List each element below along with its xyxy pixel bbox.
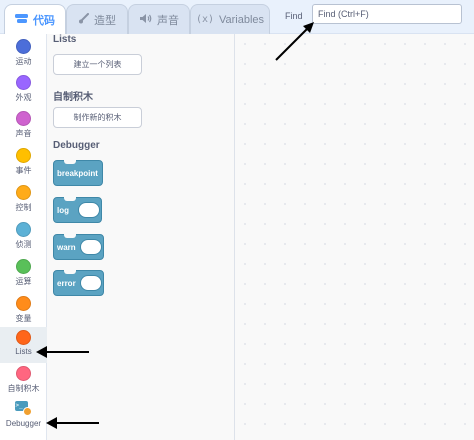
category-label: Lists [15, 347, 32, 356]
make-block-button[interactable]: 制作新的积木 [53, 107, 142, 128]
debugger-icon: >_ [14, 401, 33, 417]
category-label: 侦测 [15, 240, 32, 249]
category-events[interactable]: 事件 [0, 145, 47, 181]
category-looks-dot [16, 75, 31, 90]
category-motion[interactable]: 运动 [0, 36, 47, 72]
block-notch [64, 234, 76, 238]
script-workspace[interactable] [235, 34, 474, 440]
category-debugger[interactable]: >_ Debugger [0, 398, 47, 438]
variables-icon: (x) [195, 13, 214, 25]
tab-sounds[interactable]: 声音 [128, 4, 190, 34]
category-sensing-dot [16, 222, 31, 237]
block-label: breakpoint [57, 168, 98, 178]
block-notch [64, 197, 76, 201]
block-notch [64, 270, 76, 274]
log-input-slot[interactable] [78, 202, 100, 218]
error-input-slot[interactable] [80, 275, 102, 291]
category-control-dot [16, 185, 31, 200]
category-label: 运动 [15, 57, 32, 66]
category-label: 自制积木 [7, 384, 40, 393]
tab-code-label: 代码 [33, 15, 55, 27]
block-palette: Lists 建立一个列表 自制积木 制作新的积木 Debugger breakp… [47, 34, 235, 440]
category-operators-dot [16, 259, 31, 274]
category-operators[interactable]: 运算 [0, 256, 47, 292]
category-lists-dot [16, 330, 31, 345]
find-input[interactable] [312, 4, 462, 24]
category-label: 运算 [15, 277, 32, 286]
category-sound-dot [16, 111, 31, 126]
log-block[interactable]: log [53, 197, 102, 223]
block-notch [64, 160, 76, 164]
tab-variables-label: Variables [219, 13, 265, 26]
category-variables[interactable]: 变量 [0, 293, 47, 329]
breakpoint-block[interactable]: breakpoint [53, 160, 103, 186]
tab-sounds-label: 声音 [157, 14, 179, 27]
brush-icon [78, 12, 89, 27]
category-looks[interactable]: 外观 [0, 72, 47, 108]
category-variables-dot [16, 296, 31, 311]
category-label: 声音 [15, 129, 32, 138]
category-label: 外观 [15, 93, 32, 102]
warn-block[interactable]: warn [53, 234, 104, 260]
category-label: 变量 [15, 314, 32, 323]
warn-input-slot[interactable] [80, 239, 102, 255]
category-label: 事件 [15, 166, 32, 175]
tab-code[interactable]: 代码 [4, 4, 66, 35]
tab-costumes[interactable]: 造型 [66, 4, 128, 34]
tab-bar: 代码 造型 声音 (x) Variables Find [0, 0, 474, 35]
tab-variables[interactable]: (x) Variables [190, 4, 270, 34]
category-my-blocks-dot [16, 366, 31, 381]
category-my-blocks[interactable]: 自制积木 [0, 363, 47, 399]
category-events-dot [16, 148, 31, 163]
error-block[interactable]: error [53, 270, 104, 296]
tab-costumes-label: 造型 [94, 14, 116, 27]
speaker-icon [139, 13, 152, 27]
category-sensing[interactable]: 侦测 [0, 219, 47, 255]
code-icon [15, 13, 28, 27]
category-label: 控制 [15, 203, 32, 212]
category-sound[interactable]: 声音 [0, 108, 47, 144]
category-label: Debugger [5, 419, 42, 428]
debugger-section-title: Debugger [53, 140, 100, 151]
category-motion-dot [16, 39, 31, 54]
category-lists[interactable]: Lists [0, 327, 47, 363]
category-menu: 运动 外观 声音 事件 控制 侦测 运算 变量 Lists 自制积木 >_ De… [0, 34, 47, 440]
block-label: log [57, 205, 69, 215]
my-blocks-section-title: 自制积木 [53, 92, 93, 103]
block-label: error [57, 278, 76, 288]
find-label: Find [285, 11, 303, 21]
category-control[interactable]: 控制 [0, 182, 47, 218]
block-label: warn [57, 242, 76, 252]
make-list-button[interactable]: 建立一个列表 [53, 54, 142, 75]
lists-section-title: Lists [53, 34, 77, 45]
